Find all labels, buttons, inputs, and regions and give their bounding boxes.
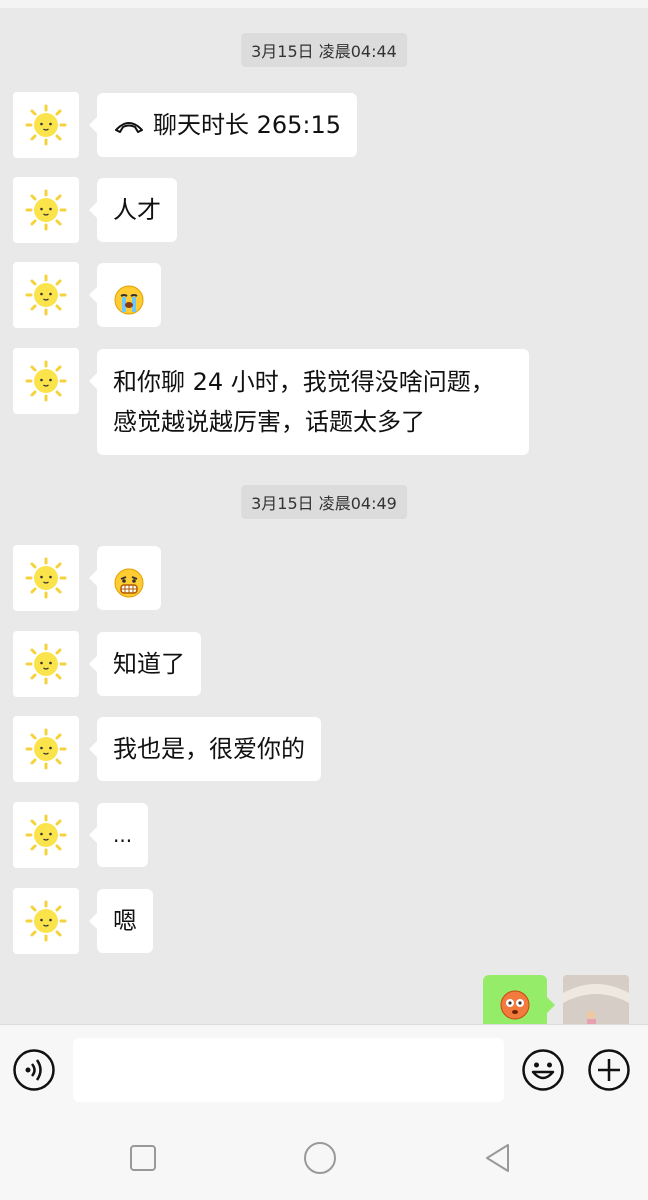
self-avatar[interactable]	[563, 975, 629, 1024]
contact-avatar[interactable]	[13, 177, 79, 243]
sun-avatar-icon	[25, 557, 67, 599]
message-text: 知道了	[113, 650, 185, 678]
message-text: ...	[113, 823, 133, 847]
message-bubble[interactable]: 人才	[89, 178, 177, 242]
message-text-line: 感觉越说越厉害，话题太多了	[113, 408, 425, 436]
sun-avatar-icon	[25, 814, 67, 856]
message-bubble[interactable]: ...	[88, 803, 149, 867]
flushed-face-emoji	[500, 990, 530, 1020]
top-strip	[0, 0, 648, 8]
message-bubble[interactable]: 和你聊 24 小时，我觉得没啥问题， 感觉越说越厉害，话题太多了	[89, 349, 529, 455]
message-bubble-emoji[interactable]	[89, 263, 161, 327]
self-avatar-photo	[563, 975, 629, 1024]
message-text-line: 和你聊 24 小时，我觉得没啥问题，	[113, 368, 495, 396]
triangle-back-icon[interactable]	[480, 1140, 516, 1176]
sun-avatar-icon	[25, 728, 67, 770]
contact-avatar[interactable]	[13, 631, 79, 697]
input-bar	[0, 1024, 648, 1116]
plus-icon[interactable]	[587, 1048, 631, 1092]
contact-avatar[interactable]	[13, 802, 79, 868]
phone-hangup-icon	[113, 106, 145, 146]
message-text: 我也是，很爱你的	[113, 735, 305, 763]
sun-avatar-icon	[25, 900, 67, 942]
sun-avatar-icon	[25, 360, 67, 402]
call-duration-text: 聊天时长 265:15	[153, 111, 342, 139]
contact-avatar[interactable]	[13, 262, 79, 328]
sun-avatar-icon	[25, 104, 67, 146]
crying-face-emoji	[114, 285, 144, 315]
chat-area[interactable]: 3月15日 凌晨04:44 聊天时长 265:15 人才 和你聊 24 小时，我…	[0, 0, 648, 1024]
square-icon[interactable]	[125, 1140, 161, 1176]
message-bubble[interactable]: 嗯	[89, 889, 153, 953]
contact-avatar[interactable]	[13, 92, 79, 158]
system-nav-bar	[0, 1116, 648, 1200]
emoji-icon[interactable]	[521, 1048, 565, 1092]
self-message-bubble[interactable]	[483, 975, 555, 1024]
sun-avatar-icon	[25, 643, 67, 685]
contact-avatar[interactable]	[13, 545, 79, 611]
message-text: 嗯	[113, 907, 137, 935]
voice-icon[interactable]	[12, 1048, 56, 1092]
message-text: 人才	[113, 196, 161, 224]
message-input[interactable]	[73, 1038, 504, 1102]
circle-icon[interactable]	[302, 1140, 338, 1176]
message-bubble-call[interactable]: 聊天时长 265:15	[88, 93, 358, 157]
message-bubble[interactable]: 知道了	[89, 632, 201, 696]
contact-avatar[interactable]	[13, 716, 79, 782]
message-bubble[interactable]: 我也是，很爱你的	[89, 717, 321, 781]
grimacing-face-emoji	[114, 568, 144, 598]
message-bubble-emoji[interactable]	[89, 546, 161, 610]
contact-avatar[interactable]	[13, 348, 79, 414]
timestamp: 3月15日 凌晨04:49	[241, 485, 407, 519]
timestamp: 3月15日 凌晨04:44	[241, 33, 407, 67]
sun-avatar-icon	[25, 274, 67, 316]
sun-avatar-icon	[25, 189, 67, 231]
contact-avatar[interactable]	[13, 888, 79, 954]
